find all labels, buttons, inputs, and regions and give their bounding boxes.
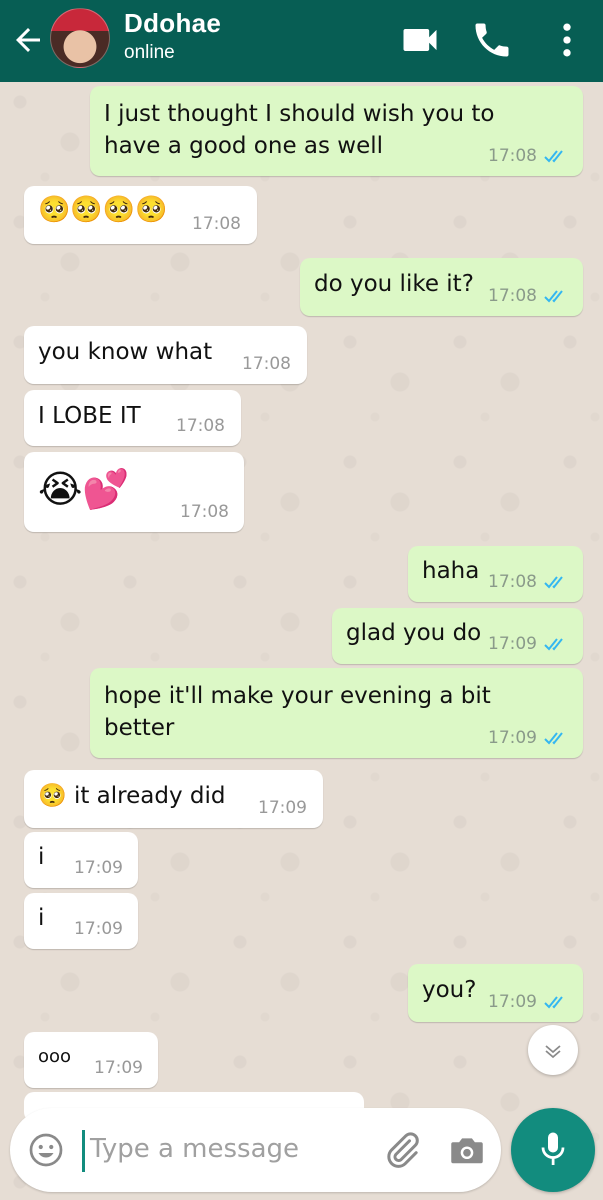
message-incoming[interactable]: i 17:09 xyxy=(24,893,138,949)
message-outgoing[interactable]: I just thought I should wish you to have… xyxy=(90,86,583,176)
chat-header: Ddohae online xyxy=(0,0,603,82)
message-incoming[interactable]: 🥺🥺🥺🥺 17:08 xyxy=(24,186,257,244)
video-camera-icon[interactable] xyxy=(398,18,442,62)
message-time: 17:09 xyxy=(94,1058,143,1078)
message-time: 17:08 xyxy=(176,416,225,436)
arrow-left-icon[interactable] xyxy=(10,22,46,58)
chevron-double-down-icon xyxy=(545,1045,561,1059)
message-text-line: hope it'll make your evening a bit xyxy=(104,683,491,709)
read-receipt-icon xyxy=(544,576,563,589)
message-incoming[interactable]: ooo 17:09 xyxy=(24,1032,158,1088)
message-text: do you like it? xyxy=(314,271,474,297)
scroll-to-bottom-button[interactable] xyxy=(528,1025,578,1075)
read-receipt-icon xyxy=(544,290,563,303)
message-time: 17:08 xyxy=(488,286,537,306)
message-incoming[interactable]: 😭💕 17:08 xyxy=(24,452,244,532)
message-outgoing[interactable]: you? 17:09 xyxy=(408,964,583,1022)
read-receipt-icon xyxy=(544,638,563,651)
microphone-icon xyxy=(541,1132,565,1165)
message-time: 17:09 xyxy=(74,858,123,878)
message-outgoing[interactable]: hope it'll make your evening a bit bette… xyxy=(90,668,583,758)
read-receipt-icon xyxy=(544,150,563,163)
paperclip-icon[interactable] xyxy=(382,1130,422,1170)
message-text: i xyxy=(38,905,45,931)
contact-name[interactable]: Ddohae xyxy=(124,8,221,39)
phone-icon[interactable] xyxy=(470,18,514,62)
message-input[interactable]: Type a message xyxy=(90,1134,299,1164)
message-text: ooo xyxy=(38,1046,72,1067)
message-time: 17:08 xyxy=(488,572,537,592)
message-text: you? xyxy=(422,977,477,1003)
message-text: 🥺🥺🥺🥺 xyxy=(38,195,168,225)
message-incoming[interactable]: you know what 17:08 xyxy=(24,326,307,384)
message-text: haha xyxy=(422,558,480,584)
message-text-line: better xyxy=(104,715,175,741)
message-text: I just thought I should wish you to have… xyxy=(104,98,494,162)
message-incoming[interactable]: i 17:09 xyxy=(24,832,138,888)
smiley-icon[interactable] xyxy=(28,1132,64,1168)
message-outgoing[interactable]: glad you do 17:09 xyxy=(332,608,583,664)
message-outgoing[interactable]: haha 17:08 xyxy=(408,546,583,602)
message-time: 17:09 xyxy=(488,728,537,748)
message-outgoing[interactable]: do you like it? 17:08 xyxy=(300,258,583,316)
contact-status: online xyxy=(124,42,175,63)
message-composer: Type a message xyxy=(10,1108,501,1192)
read-receipt-icon xyxy=(544,732,563,745)
text-cursor xyxy=(82,1130,85,1172)
message-text: hope it'll make your evening a bit bette… xyxy=(104,680,491,744)
message-text: you know what xyxy=(38,339,213,365)
camera-icon[interactable] xyxy=(446,1130,488,1172)
message-text-line: have a good one as well xyxy=(104,133,384,159)
message-time: 17:08 xyxy=(192,214,241,234)
message-incoming[interactable]: 🥺 it already did 17:09 xyxy=(24,770,323,828)
message-text: 😭💕 xyxy=(38,467,130,511)
read-receipt-icon xyxy=(544,996,563,1009)
message-time: 17:09 xyxy=(258,798,307,818)
more-vertical-icon[interactable] xyxy=(545,18,589,62)
message-text: glad you do xyxy=(346,620,482,646)
message-text: I LOBE IT xyxy=(38,403,141,429)
message-text: i xyxy=(38,844,45,870)
avatar[interactable] xyxy=(50,8,110,68)
message-time: 17:09 xyxy=(488,634,537,654)
message-text: 🥺 it already did xyxy=(38,783,226,809)
message-time: 17:09 xyxy=(74,919,123,939)
message-time: 17:09 xyxy=(488,992,537,1012)
microphone-button[interactable] xyxy=(511,1108,595,1192)
message-time: 17:08 xyxy=(242,354,291,374)
message-time: 17:08 xyxy=(180,502,229,522)
message-time: 17:08 xyxy=(488,146,537,166)
message-text-line: I just thought I should wish you to xyxy=(104,101,495,127)
message-incoming[interactable]: I LOBE IT 17:08 xyxy=(24,390,241,446)
